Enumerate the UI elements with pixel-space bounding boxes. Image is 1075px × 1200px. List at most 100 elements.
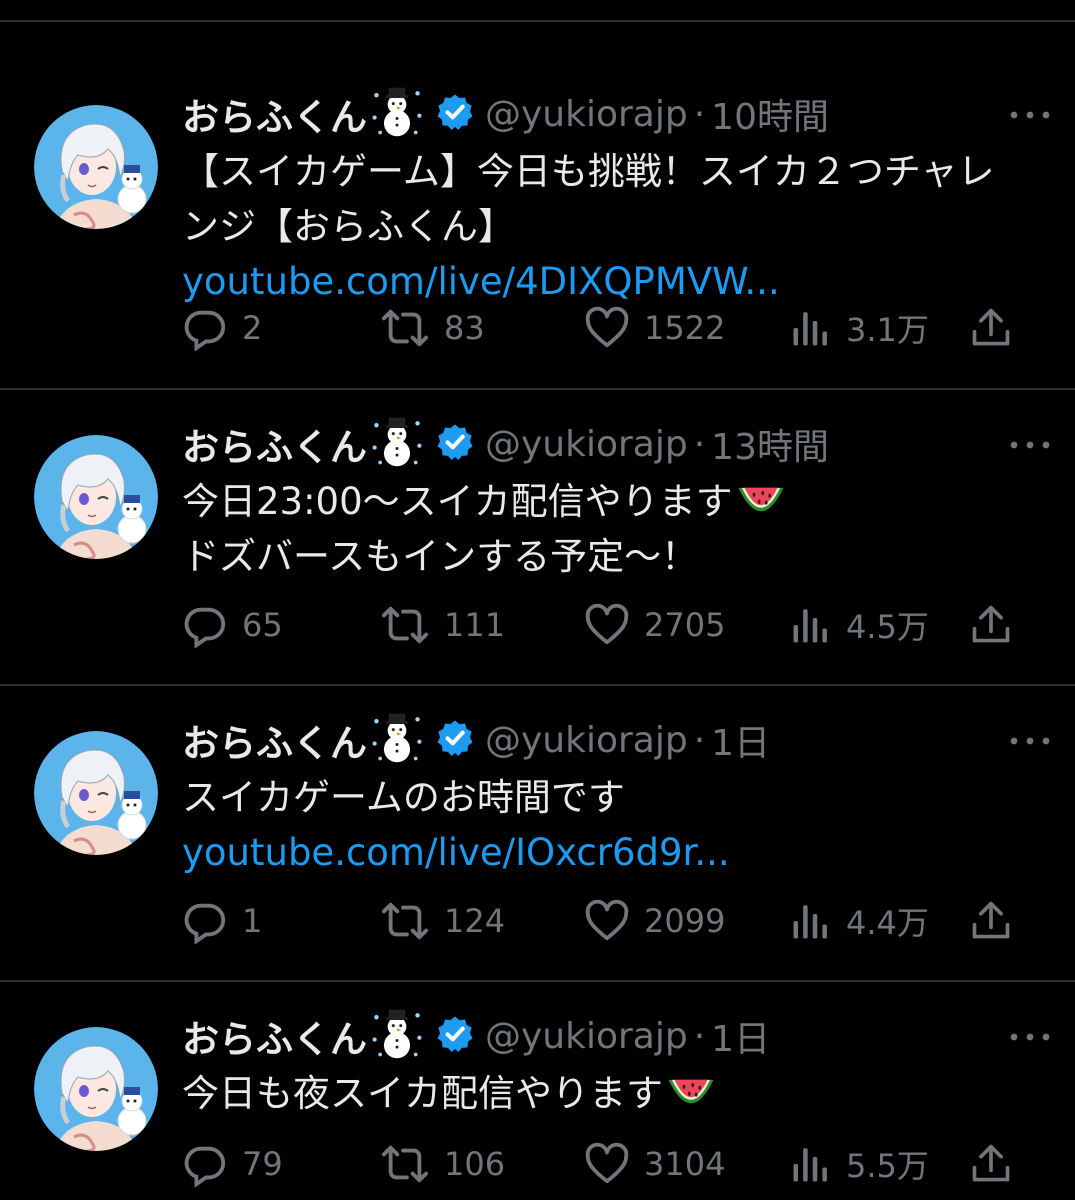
share-upload-icon bbox=[969, 899, 1013, 943]
timestamp[interactable]: 1日 bbox=[711, 714, 770, 766]
tweet-text-line: ドズバースもインする予定〜！ bbox=[182, 535, 699, 578]
share-button[interactable] bbox=[969, 896, 1027, 946]
reply-count: 65 bbox=[242, 606, 283, 644]
user-handle[interactable]: @yukiorajp bbox=[485, 720, 688, 761]
retweet-button[interactable]: 83 bbox=[380, 303, 485, 353]
watermelon-emoji-icon bbox=[665, 1074, 717, 1110]
display-name[interactable]: おらふくん bbox=[182, 417, 367, 471]
retweet-button[interactable]: 111 bbox=[380, 600, 505, 650]
tweet-header: おらふくん @yukiorajp · 1日 bbox=[182, 712, 770, 768]
heart-icon bbox=[584, 305, 630, 351]
views-button[interactable]: 4.4万 bbox=[790, 896, 929, 946]
tweet-actions: 2 83 1522 3.1万 bbox=[182, 303, 1052, 353]
avatar[interactable] bbox=[34, 731, 158, 855]
share-button[interactable] bbox=[969, 1139, 1027, 1189]
views-button[interactable]: 3.1万 bbox=[790, 303, 929, 353]
tweet-actions: 79 106 3104 5.5万 bbox=[182, 1139, 1052, 1189]
reply-bubble-icon bbox=[182, 1141, 228, 1187]
heart-icon bbox=[584, 602, 630, 648]
view-count: 4.4万 bbox=[846, 904, 929, 942]
tweet-header: おらふくん @yukiorajp · 1日 bbox=[182, 1008, 770, 1064]
reply-count: 1 bbox=[242, 902, 263, 940]
like-button[interactable]: 3104 bbox=[584, 1139, 725, 1189]
like-count: 3104 bbox=[644, 1145, 726, 1183]
reply-bubble-icon bbox=[182, 602, 228, 648]
retweet-count: 106 bbox=[444, 1145, 506, 1183]
share-button[interactable] bbox=[969, 303, 1027, 353]
user-handle[interactable]: @yukiorajp bbox=[485, 94, 688, 135]
heart-icon bbox=[584, 898, 630, 944]
tweet-link[interactable]: youtube.com/live/4DIXQPMVW... bbox=[182, 254, 1052, 309]
snowman-emoji-icon bbox=[369, 414, 425, 474]
view-count: 4.5万 bbox=[846, 608, 929, 646]
retweet-icon bbox=[380, 1141, 430, 1187]
display-name[interactable]: おらふくん bbox=[182, 713, 367, 767]
reply-button[interactable]: 65 bbox=[182, 600, 283, 650]
more-dots-icon[interactable] bbox=[1009, 726, 1051, 746]
reply-count: 2 bbox=[242, 309, 263, 347]
views-bar-chart-icon bbox=[790, 900, 832, 942]
views-bar-chart-icon bbox=[790, 1143, 832, 1185]
avatar[interactable] bbox=[34, 435, 158, 559]
like-button[interactable]: 2099 bbox=[584, 896, 725, 946]
heart-icon bbox=[584, 1141, 630, 1187]
reply-bubble-icon bbox=[182, 898, 228, 944]
views-button[interactable]: 5.5万 bbox=[790, 1139, 929, 1189]
retweet-button[interactable]: 106 bbox=[380, 1139, 505, 1189]
verified-badge-icon[interactable] bbox=[435, 92, 475, 136]
separator-dot: · bbox=[693, 93, 706, 135]
reply-button[interactable]: 2 bbox=[182, 303, 262, 353]
share-upload-icon bbox=[969, 1142, 1013, 1186]
views-bar-chart-icon bbox=[790, 604, 832, 646]
retweet-icon bbox=[380, 305, 430, 351]
tweet[interactable]: おらふくん @yukiorajp · 13時間 今日23:00〜スイカ配信やりま… bbox=[0, 350, 1075, 684]
verified-badge-icon[interactable] bbox=[435, 718, 475, 762]
user-handle[interactable]: @yukiorajp bbox=[485, 1016, 688, 1057]
reply-button[interactable]: 79 bbox=[182, 1139, 283, 1189]
more-dots-icon[interactable] bbox=[1009, 100, 1051, 120]
like-button[interactable]: 1522 bbox=[584, 303, 725, 353]
more-dots-icon[interactable] bbox=[1009, 430, 1051, 450]
tweet-header: おらふくん @yukiorajp · 10時間 bbox=[182, 86, 829, 142]
tweet[interactable]: おらふくん @yukiorajp · 1日 今日も夜スイカ配信やります 79 1… bbox=[0, 942, 1075, 1200]
avatar[interactable] bbox=[34, 1027, 158, 1151]
tweet[interactable]: おらふくん @yukiorajp · 10時間 【スイカゲーム】今日も挑戦！スイ… bbox=[0, 20, 1075, 388]
display-name[interactable]: おらふくん bbox=[182, 87, 367, 141]
user-handle[interactable]: @yukiorajp bbox=[485, 424, 688, 465]
retweet-button[interactable]: 124 bbox=[380, 896, 505, 946]
tweet-text-segment: 今日も夜スイカ配信やります bbox=[182, 1072, 663, 1115]
share-upload-icon bbox=[969, 603, 1013, 647]
more-dots-icon[interactable] bbox=[1009, 1022, 1051, 1042]
tweet-text-line: 今日も夜スイカ配信やります bbox=[182, 1066, 1052, 1121]
timestamp[interactable]: 13時間 bbox=[711, 418, 829, 470]
reply-bubble-icon bbox=[182, 305, 228, 351]
share-upload-icon bbox=[969, 306, 1013, 350]
view-count: 3.1万 bbox=[846, 311, 929, 349]
tweet-text: スイカゲームのお時間です youtube.com/live/IOxcr6d9r.… bbox=[182, 770, 1052, 880]
timestamp[interactable]: 1日 bbox=[711, 1010, 770, 1062]
avatar[interactable] bbox=[34, 105, 158, 229]
separator-dot: · bbox=[693, 719, 706, 761]
snowman-emoji-icon bbox=[369, 84, 425, 144]
separator-dot: · bbox=[693, 1015, 706, 1057]
views-button[interactable]: 4.5万 bbox=[790, 600, 929, 650]
share-button[interactable] bbox=[969, 600, 1027, 650]
tweet-actions: 1 124 2099 4.4万 bbox=[182, 896, 1052, 946]
timestamp[interactable]: 10時間 bbox=[711, 88, 829, 140]
reply-button[interactable]: 1 bbox=[182, 896, 262, 946]
like-count: 1522 bbox=[644, 309, 726, 347]
tweet-link[interactable]: youtube.com/live/IOxcr6d9r... bbox=[182, 825, 1052, 880]
tweet-text-segment: 今日23:00〜スイカ配信やります bbox=[182, 480, 733, 523]
display-name[interactable]: おらふくん bbox=[182, 1009, 367, 1063]
tweet-text: 【スイカゲーム】今日も挑戦！スイカ２つチャレ ンジ【おらふくん】 youtube… bbox=[182, 144, 1052, 309]
retweet-icon bbox=[380, 898, 430, 944]
retweet-count: 111 bbox=[444, 606, 506, 644]
verified-badge-icon[interactable] bbox=[435, 1014, 475, 1058]
timeline-feed: おらふくん @yukiorajp · 10時間 【スイカゲーム】今日も挑戦！スイ… bbox=[0, 0, 1075, 1200]
snowman-emoji-icon bbox=[369, 1006, 425, 1066]
separator-dot: · bbox=[693, 423, 706, 465]
verified-badge-icon[interactable] bbox=[435, 422, 475, 466]
view-count: 5.5万 bbox=[846, 1147, 929, 1185]
tweet[interactable]: おらふくん @yukiorajp · 1日 スイカゲームのお時間です youtu… bbox=[0, 646, 1075, 980]
like-button[interactable]: 2705 bbox=[584, 600, 725, 650]
